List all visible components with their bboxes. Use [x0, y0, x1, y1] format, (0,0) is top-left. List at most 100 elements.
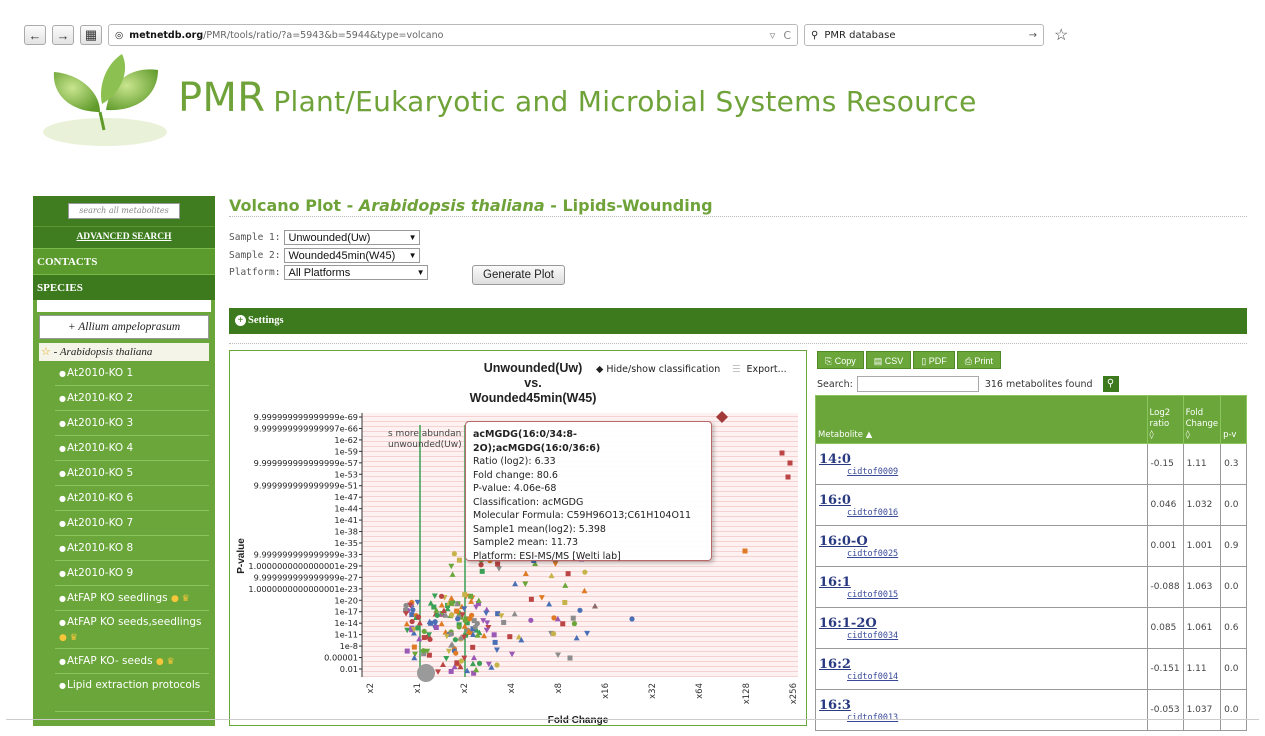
col-metabolite[interactable]: Metabolite ▲	[815, 395, 1148, 444]
data-point[interactable]	[528, 617, 534, 623]
data-point[interactable]	[453, 650, 459, 656]
species-arabidopsis[interactable]: ☆ - Arabidopsis thaliana	[39, 343, 209, 361]
sidebar-item[interactable]: ●At2010-KO 7	[55, 511, 209, 536]
col-fold[interactable]: Fold Change ◊	[1182, 395, 1222, 444]
data-point[interactable]	[458, 658, 464, 664]
species-allium[interactable]: + Allium ampeloprasum	[39, 315, 209, 339]
compound-id-link[interactable]: cidtof0015	[819, 590, 1144, 600]
sidebar-item[interactable]: ●At2010-KO 8	[55, 536, 209, 561]
export-menu[interactable]: ☰ Export...	[732, 364, 787, 375]
data-point[interactable]	[787, 460, 793, 466]
contacts-link[interactable]: CONTACTS	[33, 248, 215, 274]
data-point[interactable]	[550, 631, 557, 637]
hide-show-classification-toggle[interactable]: ◆ Hide/show classification	[596, 364, 720, 375]
dropdown-icon[interactable]: ▿	[770, 29, 776, 42]
data-point[interactable]	[560, 621, 566, 627]
data-point[interactable]	[448, 631, 455, 637]
data-point[interactable]	[452, 637, 458, 643]
col-log2[interactable]: Log2 ratio ◊	[1146, 395, 1184, 444]
data-point[interactable]	[779, 450, 785, 456]
generate-plot-button[interactable]: Generate Plot	[472, 265, 565, 285]
platform-select[interactable]: All Platforms ▼	[284, 265, 429, 280]
go-arrow-icon[interactable]: →	[1029, 30, 1037, 41]
browser-search-field[interactable]: ⚲ PMR database →	[804, 24, 1044, 46]
col-pvalue[interactable]: p-v	[1220, 395, 1247, 444]
sidebar-item[interactable]: ●At2010-KO 9	[55, 561, 209, 586]
forward-button[interactable]: →	[52, 25, 74, 45]
data-point[interactable]	[456, 557, 462, 563]
sidebar-item[interactable]: ●AtFAP KO seeds,seedlings ● ♛	[55, 611, 209, 649]
species-header[interactable]: SPECIES	[33, 274, 215, 300]
print-button[interactable]: ⎙ Print	[956, 351, 1001, 369]
data-point[interactable]	[491, 632, 497, 638]
data-point[interactable]	[492, 639, 498, 645]
data-point[interactable]	[454, 608, 460, 614]
pin-icon[interactable]: ⚲	[1102, 376, 1119, 392]
csv-button[interactable]: ▤ CSV	[865, 351, 912, 369]
data-point[interactable]	[433, 624, 439, 630]
data-point[interactable]	[582, 569, 588, 575]
data-point[interactable]	[404, 648, 410, 654]
data-point[interactable]	[415, 625, 421, 631]
address-bar[interactable]: ◎ metnetdb.org /PMR/tools/ratio/?a=5943&…	[108, 24, 798, 46]
data-point[interactable]	[551, 615, 557, 621]
compound-id-link[interactable]: cidtof0034	[819, 631, 1144, 641]
data-point[interactable]	[742, 548, 748, 554]
data-point[interactable]	[449, 612, 455, 618]
data-point[interactable]	[411, 644, 417, 650]
sidebar-item[interactable]: ●AtFAP KO- seeds ● ♛	[55, 649, 209, 674]
data-point[interactable]	[577, 607, 583, 613]
data-point[interactable]	[571, 621, 578, 627]
reload-icon[interactable]: C	[783, 29, 791, 42]
data-point[interactable]	[472, 624, 478, 630]
data-point[interactable]	[470, 644, 476, 650]
compound-id-link[interactable]: cidtof0025	[819, 549, 1144, 559]
data-point[interactable]	[421, 628, 427, 634]
data-point[interactable]	[415, 614, 422, 620]
data-point[interactable]	[434, 612, 440, 618]
data-point[interactable]	[528, 596, 534, 602]
data-point[interactable]	[570, 615, 576, 621]
table-search-input[interactable]	[856, 376, 979, 392]
sidebar-item[interactable]: ●AtFAP KO seedlings ● ♛	[55, 586, 209, 611]
metabolite-link[interactable]: 16:1-2O	[819, 616, 1144, 631]
compound-id-link[interactable]: cidtof0014	[819, 672, 1144, 682]
advanced-search-link[interactable]: ADVANCED SEARCH	[33, 226, 215, 248]
bookmark-star-icon[interactable]: ☆	[1054, 25, 1068, 45]
data-point[interactable]	[567, 655, 573, 661]
metabolite-link[interactable]: 16:0-O	[819, 534, 1144, 549]
data-point[interactable]	[562, 599, 568, 605]
data-point[interactable]	[409, 618, 415, 625]
copy-button[interactable]: ⎘ Copy	[817, 351, 864, 369]
data-point[interactable]	[417, 664, 435, 682]
compound-id-link[interactable]: cidtof0009	[819, 467, 1144, 477]
sidebar-item[interactable]: ●At2010-KO 4	[55, 436, 209, 461]
data-point[interactable]	[501, 619, 507, 625]
data-point[interactable]	[421, 635, 427, 641]
data-point[interactable]	[409, 612, 415, 618]
data-point[interactable]	[432, 619, 438, 625]
metabolite-link[interactable]: 16:0	[819, 493, 1144, 508]
sidebar-item[interactable]: ●Lipid extraction protocols	[55, 674, 209, 712]
data-point[interactable]	[629, 616, 635, 622]
metabolite-link[interactable]: 14:0	[819, 452, 1144, 467]
data-point[interactable]	[479, 568, 485, 574]
data-point[interactable]	[507, 634, 513, 640]
sample2-select[interactable]: Wounded45min(W45) ▼	[284, 248, 421, 263]
data-point[interactable]	[565, 571, 571, 577]
metabolite-search-input[interactable]: search all metabolites	[68, 203, 180, 219]
data-point[interactable]	[410, 607, 416, 613]
sidebar-item[interactable]: ●At2010-KO 5	[55, 461, 209, 486]
data-point[interactable]	[471, 618, 477, 624]
data-point[interactable]	[467, 616, 473, 622]
bookmarks-icon[interactable]: ▦	[80, 25, 102, 45]
data-point[interactable]	[462, 592, 468, 598]
sidebar-item[interactable]: ●At2010-KO 3	[55, 411, 209, 436]
data-point[interactable]	[448, 668, 454, 674]
pdf-button[interactable]: ▯ PDF	[913, 351, 955, 369]
metabolite-link[interactable]: 16:2	[819, 657, 1144, 672]
data-point[interactable]	[462, 617, 468, 624]
sidebar-item[interactable]: ●At2010-KO 1	[55, 361, 209, 386]
data-point[interactable]	[455, 616, 461, 622]
sidebar-item[interactable]: ●At2010-KO 6	[55, 486, 209, 511]
